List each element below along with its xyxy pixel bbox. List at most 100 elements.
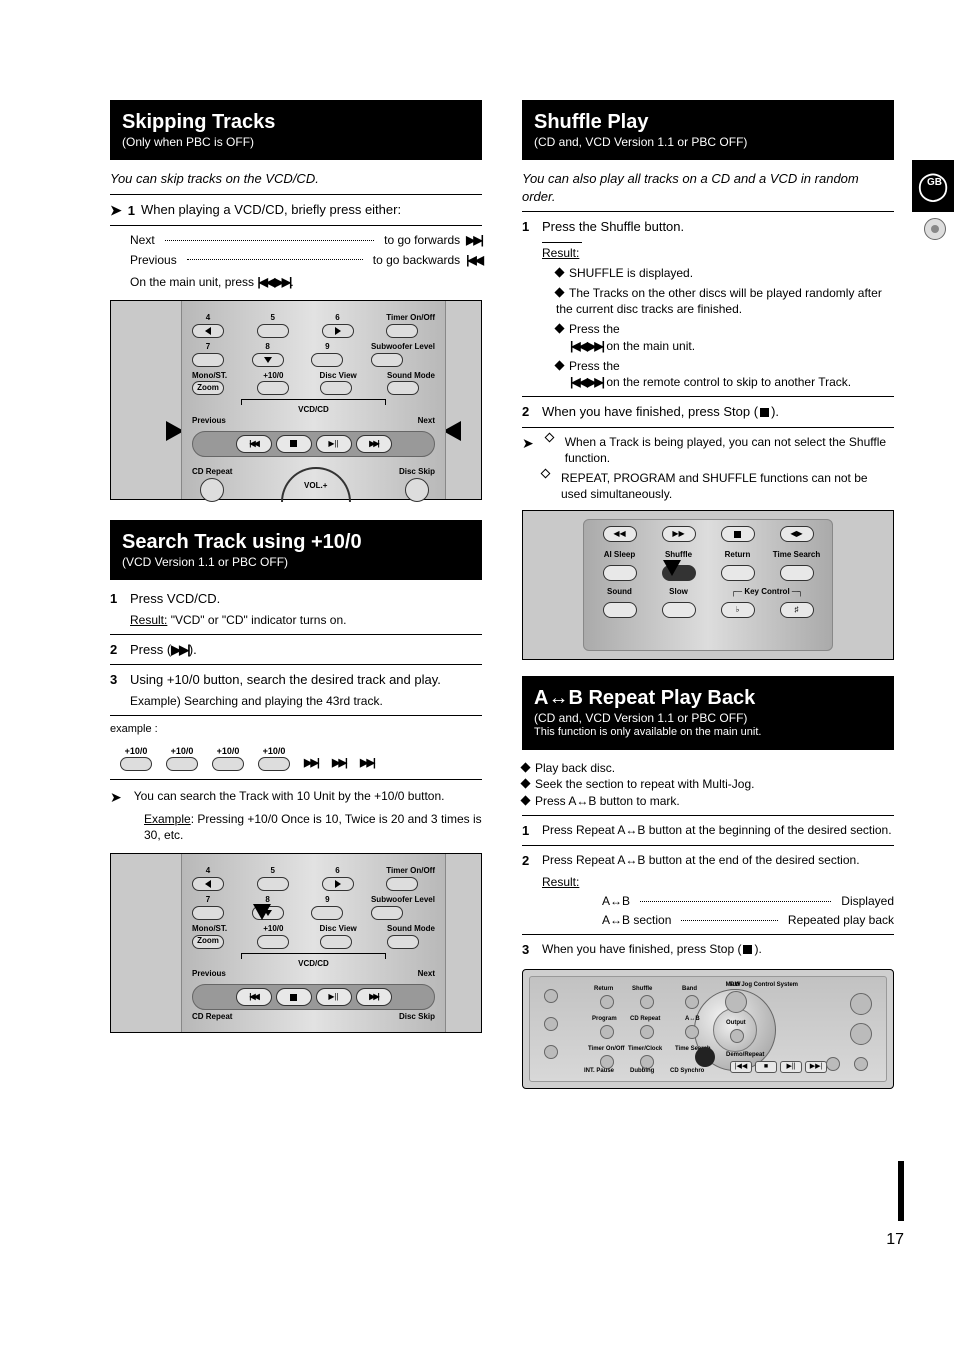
r-step2: 2 When you have finished, press Stop (). — [522, 403, 894, 421]
fp-knob[interactable] — [544, 1045, 558, 1059]
stop-button[interactable] — [276, 988, 312, 1006]
key-6[interactable] — [322, 877, 354, 891]
volume-up[interactable]: VOL.+ — [281, 467, 351, 502]
fp-knob[interactable] — [544, 989, 558, 1003]
plus10-key[interactable] — [258, 757, 290, 771]
timer-button[interactable] — [386, 324, 418, 338]
step-text: Press (▶▶|). — [130, 641, 482, 659]
sharp-icon: ♯ — [795, 605, 799, 616]
next-button[interactable]: ▶▶| — [356, 435, 392, 453]
zoom-button[interactable]: Zoom — [192, 935, 224, 949]
key-sharp-button[interactable]: ♯ — [780, 602, 814, 618]
skip-prev-row: Previous to go backwards |◀◀ — [130, 252, 482, 268]
key-5-label: 5 — [257, 313, 289, 324]
prev-button[interactable]: |◀◀ — [236, 435, 272, 453]
subwoofer-button[interactable] — [371, 353, 403, 367]
fp-pw-knob[interactable] — [725, 991, 747, 1013]
fp-label-demo: Demo/Repeat — [726, 1051, 764, 1059]
prev-track-icon: |◀◀ — [466, 252, 482, 268]
sound-label: Sound — [594, 587, 645, 598]
key-9-label: 9 — [311, 895, 343, 906]
plus10-button[interactable] — [257, 935, 289, 949]
skip-icons: |◀◀ ▶▶| — [570, 339, 603, 353]
vcdcd-label: VCD/CD — [192, 959, 435, 970]
timesearch-button[interactable] — [780, 565, 814, 581]
previous-label: Previous — [192, 969, 226, 980]
stop-button[interactable] — [721, 526, 755, 542]
plus10-button[interactable] — [257, 381, 289, 395]
aisleep-button[interactable] — [603, 565, 637, 581]
fp-label-timerclock: Timer/Clock — [628, 1045, 662, 1053]
play-pause-button[interactable]: ▶|| — [316, 435, 352, 453]
discview-button[interactable] — [320, 935, 352, 949]
s2-step3: 3 Using +10/0 button, search the desired… — [110, 671, 482, 689]
key-4[interactable] — [192, 877, 224, 891]
step-number: 1 — [522, 218, 536, 236]
left-right-button[interactable]: ◀▶ — [780, 526, 814, 542]
heading-ab-repeat: A↔B Repeat Play Back (CD and, VCD Versio… — [522, 676, 894, 750]
key-7[interactable] — [192, 353, 224, 367]
shuffle-label: Shuffle — [665, 550, 692, 559]
next-button[interactable]: ▶▶| — [356, 988, 392, 1006]
plus10-label: +10/0 — [120, 745, 152, 757]
key-5[interactable] — [257, 877, 289, 891]
fp-next[interactable]: ▶▶| — [805, 1061, 827, 1073]
key-5[interactable] — [257, 324, 289, 338]
fp-program-knob[interactable] — [600, 1025, 614, 1039]
shuffle-label-wrap: Shuffle — [653, 550, 704, 561]
key-8[interactable] — [252, 353, 284, 367]
fp-output-knob[interactable] — [730, 1029, 744, 1043]
sound-button[interactable] — [603, 602, 637, 618]
discview-button[interactable] — [320, 381, 352, 395]
fp-knob[interactable] — [544, 1017, 558, 1031]
fp-right-knob2[interactable] — [850, 1023, 872, 1045]
fp-return-knob[interactable] — [600, 995, 614, 1009]
note-marker — [522, 434, 540, 466]
key-9[interactable] — [311, 906, 343, 920]
fp-right-knob4[interactable] — [826, 1057, 840, 1071]
result-label: Result: — [130, 613, 167, 627]
fp-ab-knob[interactable] — [685, 1025, 699, 1039]
cdrepeat-button[interactable] — [200, 478, 224, 502]
fp-band-knob[interactable] — [685, 995, 699, 1009]
key-flat-button[interactable]: ♭ — [721, 602, 755, 618]
intro-shuffle: You can also play all tracks on a CD and… — [522, 170, 894, 205]
ab-row2: A↔B sectionRepeated play back — [602, 912, 894, 928]
soundmode-label: Sound Mode — [387, 371, 435, 382]
fp-right-knob1[interactable] — [850, 993, 872, 1015]
stop-icon — [743, 945, 752, 954]
fp-shuffle-knob[interactable] — [640, 995, 654, 1009]
key-6[interactable] — [322, 324, 354, 338]
fp-play[interactable]: ▶|| — [780, 1061, 802, 1073]
plus10-key[interactable] — [166, 757, 198, 771]
rewind-button[interactable]: ◀◀ — [603, 526, 637, 542]
plus10-key[interactable] — [212, 757, 244, 771]
soundmode-button[interactable] — [387, 935, 419, 949]
return-button[interactable] — [721, 565, 755, 581]
ab-label: A↔B section — [602, 912, 671, 928]
subwoofer-button[interactable] — [371, 906, 403, 920]
fp-right-knob3[interactable] — [854, 1057, 868, 1071]
key-7[interactable] — [192, 906, 224, 920]
fp-prev[interactable]: |◀◀ — [730, 1061, 752, 1073]
keycontrol-label: ┌─ Key Control ─┐ — [712, 587, 822, 598]
play-pause-button[interactable]: ▶|| — [316, 988, 352, 1006]
ab-step2: 2 Press Repeat A↔B button at the end of … — [522, 852, 894, 870]
prev-button[interactable]: |◀◀ — [236, 988, 272, 1006]
key-9[interactable] — [311, 353, 343, 367]
divider — [522, 396, 894, 397]
plus10-key[interactable] — [120, 757, 152, 771]
key-4[interactable] — [192, 324, 224, 338]
ffwd-button[interactable]: ▶▶ — [662, 526, 696, 542]
timer-button[interactable] — [386, 877, 418, 891]
slow-button[interactable] — [662, 602, 696, 618]
divider — [110, 225, 482, 226]
zoom-button[interactable]: Zoom — [192, 381, 224, 395]
fp-transport: |◀◀ ■ ▶|| ▶▶| — [730, 1061, 827, 1073]
fp-cdrepeat-knob[interactable] — [640, 1025, 654, 1039]
discskip-button[interactable] — [405, 478, 429, 502]
soundmode-button[interactable] — [387, 381, 419, 395]
zoom-label: Zoom — [197, 383, 219, 394]
stop-button[interactable] — [276, 435, 312, 453]
fp-stop[interactable]: ■ — [755, 1061, 777, 1073]
